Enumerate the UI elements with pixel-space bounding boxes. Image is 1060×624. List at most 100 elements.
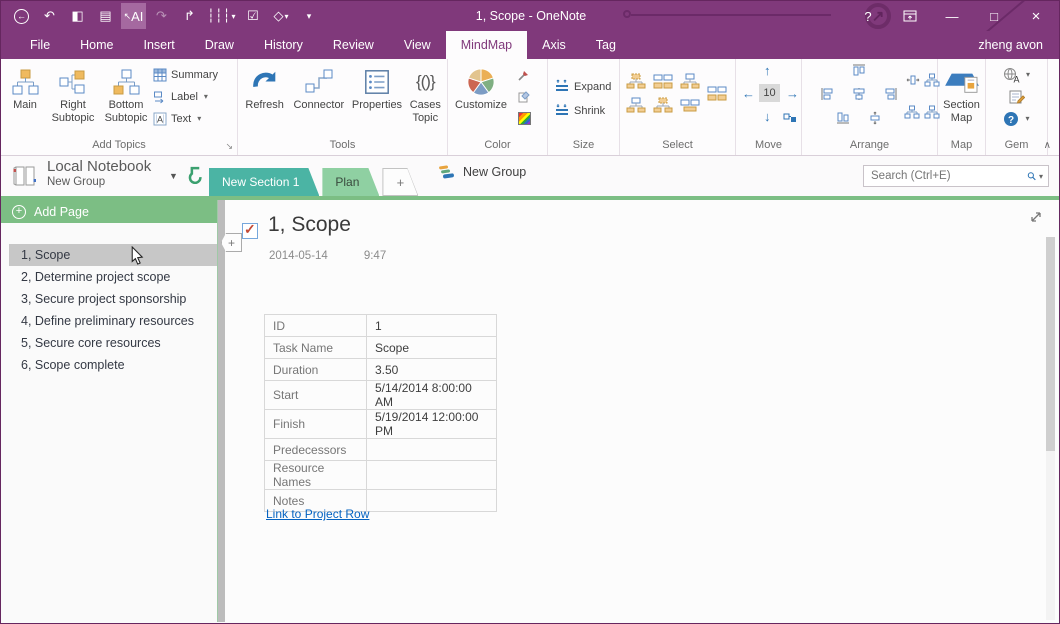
distribute-horizontal-icon[interactable] — [906, 73, 920, 87]
select-level-icon[interactable] — [626, 97, 646, 113]
tab-tag[interactable]: Tag — [581, 31, 631, 59]
close-button[interactable]: × — [1015, 2, 1057, 30]
align-left-icon[interactable] — [820, 87, 834, 101]
search-icon[interactable] — [1027, 169, 1036, 183]
page-item-6[interactable]: 6, Scope complete — [1, 354, 217, 376]
arrange-subtree-left-icon[interactable] — [904, 105, 920, 119]
tab-view[interactable]: View — [389, 31, 446, 59]
select-all-icon[interactable] — [680, 97, 700, 113]
group-label-color: Color — [450, 138, 545, 155]
move-step-value[interactable]: 10 — [759, 84, 780, 102]
dock-page-icon[interactable]: ◧ — [65, 3, 90, 29]
collapse-ribbon-icon[interactable]: ∧ — [1044, 140, 1051, 151]
arrange-tree-icon[interactable] — [924, 73, 940, 87]
select-branch-icon[interactable] — [680, 73, 700, 89]
signed-in-user[interactable]: zheng avon — [978, 31, 1043, 59]
add-page-button[interactable]: + Add Page — [1, 200, 217, 223]
section-map-button[interactable]: Section Map — [940, 61, 983, 137]
tab-home[interactable]: Home — [65, 31, 128, 59]
page-item-5[interactable]: 5, Secure core resources — [1, 332, 217, 354]
ribbon-display-options-button[interactable] — [889, 2, 931, 30]
search-input[interactable] — [869, 169, 1027, 183]
task-properties-table: ID1 Task NameScope Duration3.50 Start5/1… — [264, 314, 497, 512]
shapes-icon[interactable]: ◇▾ — [269, 3, 294, 29]
refresh-button[interactable]: Refresh — [240, 61, 289, 137]
expand-button[interactable]: Expand — [554, 77, 611, 96]
align-center-icon[interactable] — [852, 87, 866, 101]
page-item-3[interactable]: 3, Secure project sponsorship — [1, 288, 217, 310]
search-scope-dropdown-icon[interactable]: ▾ — [1039, 172, 1043, 181]
arrange-subtree-right-icon[interactable] — [924, 105, 940, 119]
tab-history[interactable]: History — [249, 31, 318, 59]
palette-button[interactable] — [518, 109, 531, 128]
page-collapse-tag[interactable]: + — [221, 233, 242, 252]
vertical-scrollbar[interactable] — [1046, 237, 1055, 620]
gem-help-button[interactable]: ▾ — [1003, 109, 1029, 128]
tab-axis[interactable]: Axis — [527, 31, 581, 59]
tab-file[interactable]: File — [15, 31, 65, 59]
right-subtopic-button[interactable]: Right Subtopic — [47, 61, 99, 137]
move-down-button[interactable]: ↓ — [764, 109, 771, 124]
page-item-2[interactable]: 2, Determine project scope — [1, 266, 217, 288]
tab-draw[interactable]: Draw — [190, 31, 249, 59]
favorite-pen-icon[interactable]: ☑ — [241, 3, 266, 29]
notebook-dropdown-icon[interactable]: ▼ — [169, 171, 178, 181]
lasso-select-icon[interactable]: ↱ — [177, 3, 202, 29]
help-button[interactable]: ? — [847, 2, 889, 30]
customize-color-button[interactable]: Customize — [450, 61, 512, 137]
tab-mindmap[interactable]: MindMap — [446, 31, 527, 59]
scrollbar-thumb[interactable] — [1046, 237, 1055, 451]
tab-insert[interactable]: Insert — [129, 31, 190, 59]
gem-edit-button[interactable] — [1009, 87, 1025, 106]
align-middle-icon[interactable] — [868, 111, 882, 125]
pens-icon[interactable]: ┆┆┆▾ — [205, 3, 238, 29]
page-item-1[interactable]: 1, Scope — [9, 244, 217, 266]
select-siblings-icon[interactable] — [653, 97, 673, 113]
more-commands-icon[interactable]: ▾ — [297, 3, 322, 29]
move-up-button[interactable]: ↑ — [764, 63, 771, 78]
select-children-icon[interactable] — [653, 73, 673, 89]
section-tab-plan[interactable]: Plan — [322, 168, 379, 196]
connector-button[interactable]: Connector — [289, 61, 348, 137]
align-top-icon[interactable] — [852, 63, 866, 77]
text-button[interactable]: Text▾ — [153, 109, 233, 128]
new-group-button[interactable]: New Group — [438, 165, 526, 179]
main-topic-button[interactable]: Main — [3, 61, 47, 137]
section-tab-new-section-1[interactable]: New Section 1 — [209, 168, 319, 196]
label-button[interactable]: Label▾ — [153, 87, 233, 106]
gem-language-button[interactable]: ▾ — [1003, 65, 1030, 84]
format-painter-button[interactable] — [517, 87, 531, 106]
notebook-icon — [12, 164, 38, 188]
task-checkbox[interactable]: ✓ — [242, 223, 258, 239]
page-item-4[interactable]: 4, Define preliminary resources — [1, 310, 217, 332]
notebook-switcher[interactable]: Local Notebook New Group — [47, 158, 151, 189]
move-right-button[interactable]: → — [786, 86, 799, 101]
move-left-button[interactable]: ← — [742, 86, 755, 101]
link-to-project-row[interactable]: Link to Project Row — [266, 507, 369, 521]
move-link-icon[interactable] — [783, 112, 797, 124]
align-right-icon[interactable] — [884, 87, 898, 101]
cases-topic-button[interactable]: {()} Cases Topic — [406, 61, 445, 137]
properties-button[interactable]: Properties — [348, 61, 405, 137]
maximize-button[interactable]: □ — [973, 2, 1015, 30]
page-view-icon[interactable]: ▤ — [93, 3, 118, 29]
select-topic-icon[interactable] — [626, 73, 646, 89]
add-section-tab[interactable]: + — [382, 168, 418, 196]
back-icon[interactable]: ← — [9, 3, 34, 29]
dialog-launcher-icon[interactable]: ↘ — [225, 139, 233, 154]
undo-icon[interactable]: ↶ — [37, 3, 62, 29]
tab-review[interactable]: Review — [318, 31, 389, 59]
redo-icon[interactable]: ↷ — [149, 3, 174, 29]
minimize-button[interactable]: — — [931, 2, 973, 30]
page-title[interactable]: 1, Scope — [268, 213, 351, 237]
select-pair-icon[interactable] — [707, 85, 727, 101]
summary-button[interactable]: Summary — [153, 65, 233, 84]
sidebar-splitter[interactable] — [217, 200, 225, 622]
undo-green-icon[interactable] — [185, 165, 204, 184]
full-page-view-icon[interactable] — [1030, 210, 1042, 228]
select-type-ai-icon[interactable]: ↖AI — [121, 3, 146, 29]
eyedropper-button[interactable] — [517, 65, 531, 84]
align-bottom-icon[interactable] — [836, 111, 850, 125]
bottom-subtopic-button[interactable]: Bottom Subtopic — [99, 61, 153, 137]
shrink-button[interactable]: Shrink — [554, 101, 605, 120]
